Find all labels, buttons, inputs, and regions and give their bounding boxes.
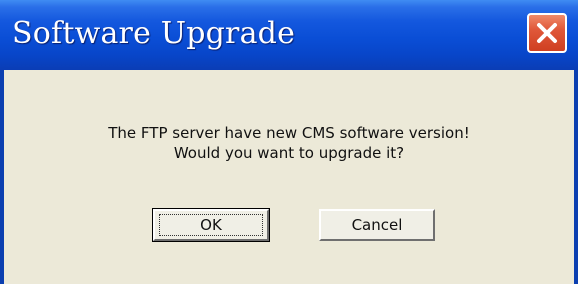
ok-button-label: OK [159,214,263,236]
dialog-message: The FTP server have new CMS software ver… [4,123,574,163]
close-icon [537,23,557,43]
close-button[interactable] [527,13,567,53]
dialog-body: The FTP server have new CMS software ver… [4,70,574,284]
message-line-1: The FTP server have new CMS software ver… [108,124,470,142]
cancel-button[interactable]: Cancel [319,209,435,241]
ok-button[interactable]: OK [152,208,270,242]
message-line-2: Would you want to upgrade it? [173,144,405,162]
dialog-title: Software Upgrade [12,16,296,51]
software-upgrade-dialog: Software Upgrade The FTP server have new… [0,0,578,284]
title-bar[interactable]: Software Upgrade [0,0,578,70]
